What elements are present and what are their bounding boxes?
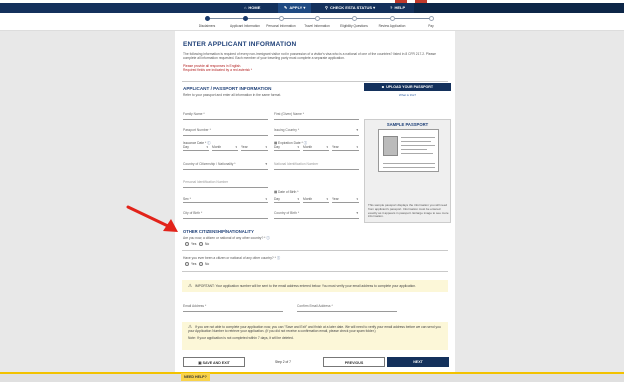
need-help-button[interactable]: NEED HELP? — [181, 373, 210, 381]
bottom-stripe — [0, 372, 624, 374]
arrow-shaft — [126, 205, 172, 229]
bottom-bar — [0, 372, 624, 382]
red-arrow-annotation — [126, 205, 178, 232]
